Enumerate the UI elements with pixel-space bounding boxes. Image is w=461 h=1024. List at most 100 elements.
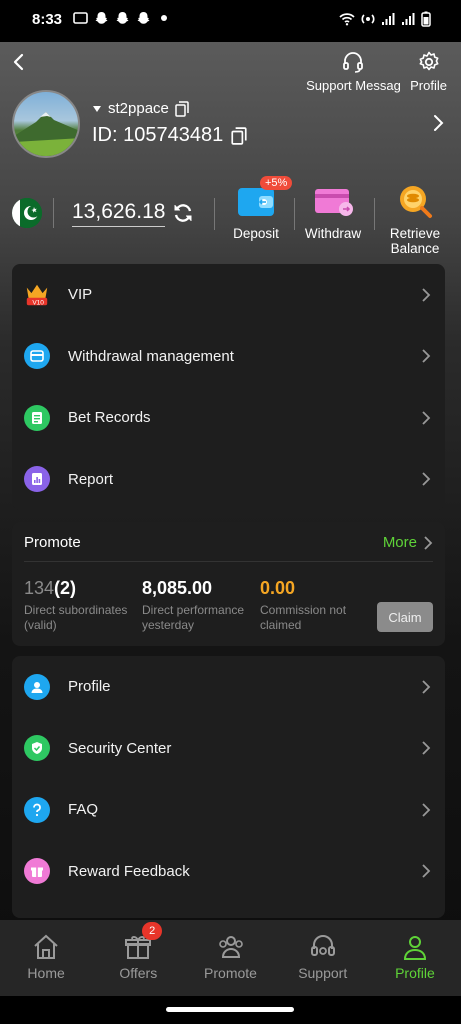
menu-item-security-center[interactable]: Security Center (12, 718, 445, 780)
tab-profile[interactable]: Profile (369, 920, 461, 996)
signal-icon (401, 12, 415, 31)
refresh-icon (174, 204, 192, 222)
divider (294, 198, 295, 230)
battery-icon (421, 11, 431, 32)
avatar[interactable] (12, 90, 80, 158)
team-icon (218, 936, 243, 958)
divider (53, 198, 54, 228)
vip-crown-icon: V10 (24, 282, 50, 308)
menu-item-vip[interactable]: V10 VIP (12, 264, 445, 326)
subordinates-total: 134 (24, 578, 55, 598)
chevron-right-icon (434, 115, 444, 131)
home-icon (34, 934, 58, 959)
menu-item-profile[interactable]: Profile (12, 656, 445, 718)
menu-item-bet-records[interactable]: Bet Records (12, 387, 445, 449)
settings-menu-card: Profile Security Center FAQ Reward Feedb… (12, 656, 445, 918)
bottom-tab-bar: Home 2 Offers Promote Support Profile (0, 920, 461, 996)
tab-label-offers: Offers (119, 965, 158, 981)
performance-value: 8,085.00 (142, 578, 213, 598)
headset-icon (310, 935, 335, 956)
chevron-right-icon (422, 349, 431, 363)
performance-label: Direct performance yesterday (142, 603, 245, 632)
subordinates-label: Direct subordinates (valid) (24, 603, 128, 632)
copy-icon[interactable] (231, 126, 247, 145)
deposit-bonus-badge: +5% (260, 176, 293, 190)
chevron-right-icon (422, 472, 431, 486)
signal-icon (381, 12, 395, 31)
username: st2ppace (108, 100, 169, 117)
system-navigation-bar (0, 996, 461, 1024)
stat-performance: 8,085.00 Direct performance yesterday (142, 578, 254, 633)
status-time: 8:33 (32, 11, 63, 28)
notification-icons (72, 10, 172, 26)
wallet-row: 13,626.18 +5% Deposit Withdraw Retrieve … (0, 176, 461, 262)
copy-icon[interactable] (175, 100, 189, 117)
retrieve-balance-button[interactable]: Retrieve Balance (386, 182, 444, 256)
system-icons (339, 11, 431, 32)
menu-label-bet-records: Bet Records (68, 409, 151, 427)
menu-label-reward-feedback: Reward Feedback (68, 862, 190, 880)
headset-icon (343, 52, 364, 73)
menu-label-security-center: Security Center (68, 739, 172, 757)
account-menu-card: V10 VIP Withdrawal management Bet Record… (12, 264, 445, 510)
tab-home[interactable]: Home (0, 920, 92, 996)
claim-button[interactable]: Claim (377, 602, 433, 632)
home-gesture-pill[interactable] (166, 1007, 294, 1012)
back-button[interactable] (10, 52, 30, 72)
menu-item-withdrawal-management[interactable]: Withdrawal management (12, 326, 445, 388)
deposit-button[interactable]: +5% Deposit (231, 176, 293, 241)
settings-profile-button[interactable]: Profile (410, 50, 447, 93)
more-label: More (382, 534, 417, 551)
mountain-avatar-icon (14, 112, 78, 156)
menu-item-report[interactable]: Report (12, 449, 445, 511)
caret-down-icon (93, 105, 101, 112)
snapchat-icon (135, 10, 151, 26)
balance-amount: 13,626.18 (72, 200, 166, 227)
snapchat-icon (93, 10, 109, 26)
menu-label-profile: Profile (68, 678, 111, 696)
deposit-label: Deposit (233, 226, 279, 241)
shield-icon (24, 735, 50, 762)
menu-label-report: Report (68, 470, 114, 488)
retrieve-balance-label: Retrieve Balance (389, 226, 441, 256)
tab-support[interactable]: Support (277, 920, 369, 996)
user-profile-icon (403, 936, 426, 960)
wallet-card-icon (24, 343, 50, 370)
support-message-label: Support Message (306, 78, 401, 93)
refresh-balance-button[interactable] (172, 202, 194, 224)
chevron-right-icon (422, 741, 431, 755)
menu-label-vip: VIP (68, 286, 93, 304)
gift-icon (24, 858, 50, 885)
tab-label-promote: Promote (204, 965, 257, 981)
support-message-button[interactable]: Support Message (306, 50, 400, 93)
user-id: ID: 105743481 (92, 124, 224, 146)
pakistan-flag-icon (12, 198, 42, 228)
profile-detail-button[interactable] (431, 114, 445, 132)
chevron-left-icon (13, 53, 24, 71)
withdraw-card-icon (312, 182, 354, 222)
withdraw-label: Withdraw (304, 226, 362, 241)
cast-icon (72, 10, 88, 26)
promote-more-link[interactable]: More (383, 534, 433, 551)
tab-offers[interactable]: 2 Offers (92, 920, 184, 996)
divider (374, 198, 375, 230)
status-bar: 8:33 (0, 0, 461, 42)
profile-label: Profile (410, 78, 447, 93)
menu-item-reward-feedback[interactable]: Reward Feedback (12, 841, 445, 903)
wifi-icon (339, 12, 355, 31)
header-actions: Support Message Profile (306, 50, 447, 93)
gear-icon (419, 51, 439, 71)
subordinates-valid: (2) (54, 578, 77, 598)
question-icon (24, 796, 50, 823)
menu-label-faq: FAQ (68, 801, 99, 819)
snapchat-icon (114, 10, 130, 26)
retrieve-coins-icon (394, 182, 436, 222)
chevron-right-icon (422, 803, 431, 817)
user-id-row: ID: 105743481 (92, 124, 247, 147)
withdraw-button[interactable]: Withdraw (302, 182, 364, 241)
menu-item-faq[interactable]: FAQ (12, 779, 445, 841)
tab-promote[interactable]: Promote (184, 920, 276, 996)
tab-label-home: Home (27, 965, 65, 981)
promote-card: Promote More 134(2) Direct subordinates … (12, 522, 445, 646)
chevron-right-icon (424, 535, 433, 550)
